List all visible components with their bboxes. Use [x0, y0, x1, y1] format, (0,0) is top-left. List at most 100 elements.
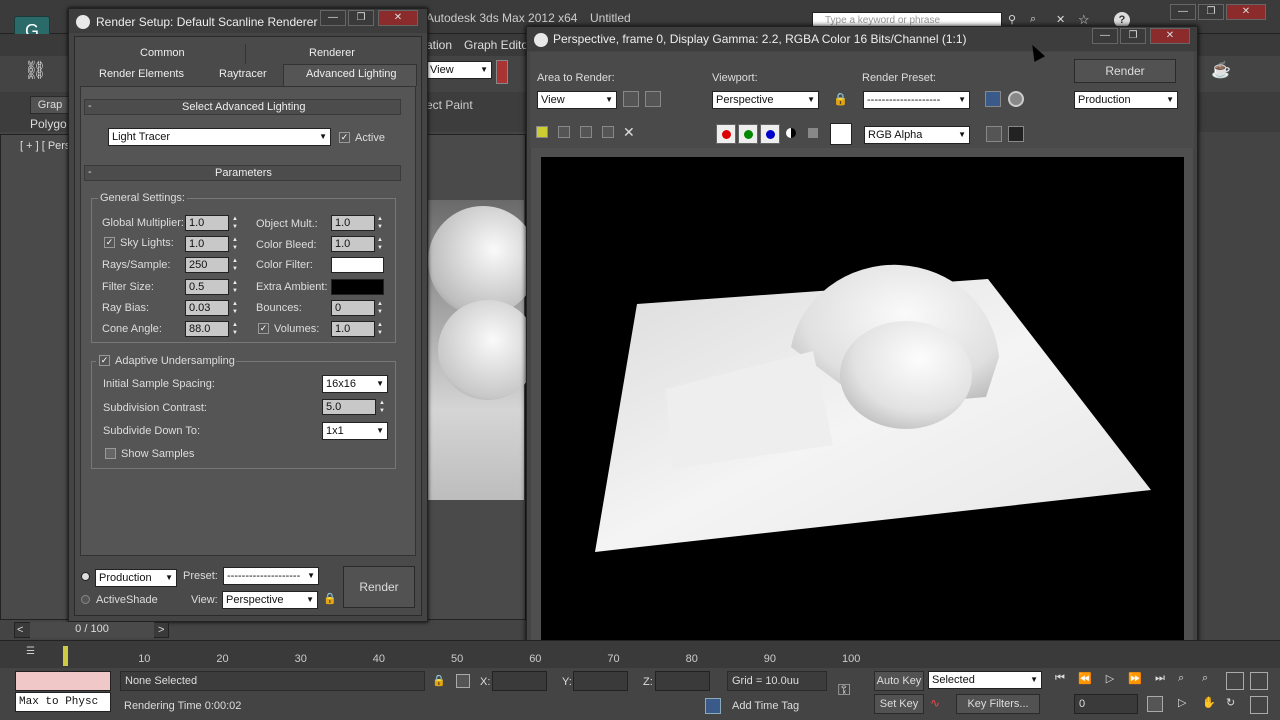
view-select-dropdown[interactable]: Perspective ▼: [222, 591, 318, 609]
key-filters-button[interactable]: Key Filters...: [956, 694, 1040, 714]
clear-icon[interactable]: ✕: [623, 124, 635, 141]
render-setup-icon[interactable]: [985, 91, 1001, 107]
active-checkbox[interactable]: ✓: [339, 132, 350, 143]
maximize-viewport-icon[interactable]: [1250, 696, 1268, 714]
object-paint-tab[interactable]: ect Paint: [426, 98, 473, 112]
area-to-render-dropdown[interactable]: View ▼: [537, 91, 617, 109]
viewport-select-dropdown[interactable]: Perspective ▼: [712, 91, 819, 109]
view-lock-icon[interactable]: 🔒: [323, 592, 337, 606]
color-bleed-field[interactable]: 1.0: [331, 236, 375, 252]
goto-end-icon[interactable]: ⏭: [1150, 672, 1170, 690]
app-maximize-button[interactable]: ❐: [1198, 4, 1224, 20]
rollout-collapse-icon[interactable]: -: [88, 100, 92, 112]
production-dropdown[interactable]: Production ▼: [95, 569, 177, 587]
viewport-label[interactable]: [ + ] [ Pers: [20, 140, 70, 152]
filter-size-field[interactable]: 0.5: [185, 279, 229, 295]
trackbar-current-frame[interactable]: [63, 646, 68, 666]
zoom-extents-icon[interactable]: [1226, 672, 1244, 690]
volumes-checkbox[interactable]: ✓: [258, 323, 269, 334]
time-tag-icon[interactable]: [705, 698, 721, 714]
cone-angle-spinner[interactable]: ▲ ▼: [230, 321, 240, 337]
sky-lights-checkbox[interactable]: ✓: [104, 237, 115, 248]
cone-angle-field[interactable]: 88.0: [185, 321, 229, 337]
zoom-all-icon[interactable]: ⌕: [1202, 672, 1220, 690]
bounces-field[interactable]: 0: [331, 300, 375, 316]
subdiv-contrast-field[interactable]: 5.0: [322, 399, 376, 415]
environment-icon[interactable]: [1008, 91, 1024, 107]
initial-spacing-dropdown[interactable]: 16x16 ▼: [322, 375, 388, 393]
menu-item-animation[interactable]: ation: [426, 38, 452, 52]
app-minimize-button[interactable]: —: [1170, 4, 1196, 20]
default-tangents-icon[interactable]: ∿: [930, 696, 948, 712]
add-time-tag[interactable]: Add Time Tag: [732, 700, 799, 712]
tab-raytracer[interactable]: Raytracer: [219, 68, 267, 80]
viewport-lock-icon[interactable]: 🔒: [833, 92, 848, 106]
binoculars-icon[interactable]: ⚲: [1008, 13, 1022, 27]
render-setup-minimize-button[interactable]: —: [320, 10, 346, 26]
frame-render-button[interactable]: Render: [1074, 59, 1176, 83]
frame-maximize-button[interactable]: ❐: [1120, 28, 1146, 44]
pan-icon[interactable]: ✋: [1202, 696, 1220, 714]
volumes-spinner[interactable]: ▲ ▼: [375, 321, 385, 337]
production-mode-dropdown[interactable]: Production ▼: [1074, 91, 1178, 109]
ribbon-tab-graphite[interactable]: Grap: [30, 96, 70, 114]
bounces-spinner[interactable]: ▲ ▼: [375, 300, 385, 316]
render-setup-close-button[interactable]: ✕: [378, 10, 418, 26]
view-dropdown[interactable]: View ▼: [426, 61, 492, 79]
parameters-collapse-icon[interactable]: -: [88, 166, 92, 178]
selected-dropdown[interactable]: Selected ▼: [928, 671, 1042, 689]
time-slider-next[interactable]: >: [158, 624, 164, 636]
zoom-extents-all-icon[interactable]: [1250, 672, 1268, 690]
goto-start-icon[interactable]: ⏮: [1050, 672, 1070, 690]
rays-sample-field[interactable]: 250: [185, 257, 229, 273]
menu-item-graph-editors[interactable]: Graph Editor: [464, 38, 532, 52]
set-key-button[interactable]: Set Key: [874, 694, 924, 714]
object-mult-spinner[interactable]: ▲ ▼: [375, 215, 385, 231]
snap-icon[interactable]: [496, 60, 508, 84]
subdiv-contrast-spinner[interactable]: ▲ ▼: [377, 399, 387, 415]
key-icon[interactable]: ⚿: [838, 682, 850, 700]
y-coordinate-field[interactable]: [573, 671, 628, 691]
orbit-icon[interactable]: ↻: [1226, 696, 1244, 714]
play-icon[interactable]: ▷: [1100, 672, 1120, 690]
prev-frame-icon[interactable]: ⏪: [1075, 672, 1095, 690]
x-coordinate-field[interactable]: [492, 671, 547, 691]
time-slider-prev[interactable]: <: [17, 624, 23, 636]
render-preset-dropdown[interactable]: -------------------- ▼: [863, 91, 970, 109]
teapot-icon[interactable]: ☕: [1206, 60, 1236, 86]
time-slider-thumb[interactable]: 0 / 100: [30, 622, 154, 638]
copy-image-icon[interactable]: [580, 126, 592, 138]
production-radio[interactable]: [81, 572, 90, 581]
preset-dropdown[interactable]: -------------------- ▼: [223, 567, 319, 585]
channel-display-dropdown[interactable]: RGB Alpha ▼: [864, 126, 970, 144]
frame-close-button[interactable]: ✕: [1150, 28, 1190, 44]
render-setup-maximize-button[interactable]: ❐: [348, 10, 374, 26]
tab-render-elements[interactable]: Render Elements: [99, 68, 184, 80]
toggle-ui-icon[interactable]: [1008, 126, 1024, 142]
render-setup-render-button[interactable]: Render: [343, 566, 415, 608]
object-mult-field[interactable]: 1.0: [331, 215, 375, 231]
lighting-type-dropdown[interactable]: Light Tracer ▼: [108, 128, 331, 146]
sky-lights-spinner[interactable]: ▲ ▼: [230, 236, 240, 252]
toggle-ui-overlay-icon[interactable]: [986, 126, 1002, 142]
color-filter-swatch[interactable]: [331, 257, 384, 273]
adaptive-checkbox[interactable]: ✓: [99, 355, 110, 366]
ray-bias-spinner[interactable]: ▲ ▼: [230, 300, 240, 316]
tools-icon[interactable]: ✕: [1056, 13, 1065, 26]
transform-mode-icon[interactable]: [456, 674, 470, 688]
maxscript-mini-listener-top[interactable]: [15, 671, 111, 691]
save-image-icon[interactable]: [536, 126, 548, 138]
color-swatch[interactable]: [830, 123, 852, 145]
current-frame-field[interactable]: 0: [1074, 694, 1138, 714]
volumes-field[interactable]: 1.0: [331, 321, 375, 337]
activeshade-radio[interactable]: [81, 595, 90, 604]
auto-key-button[interactable]: Auto Key: [874, 671, 924, 691]
tab-advanced-lighting[interactable]: Advanced Lighting: [306, 68, 397, 80]
extra-ambient-swatch[interactable]: [331, 279, 384, 295]
edit-region-icon[interactable]: [623, 91, 639, 107]
color-bleed-spinner[interactable]: ▲ ▼: [375, 236, 385, 252]
print-icon[interactable]: [602, 126, 614, 138]
filter-size-spinner[interactable]: ▲ ▼: [230, 279, 240, 295]
tab-common[interactable]: Common: [140, 47, 185, 59]
global-multiplier-spinner[interactable]: ▲ ▼: [230, 215, 240, 231]
